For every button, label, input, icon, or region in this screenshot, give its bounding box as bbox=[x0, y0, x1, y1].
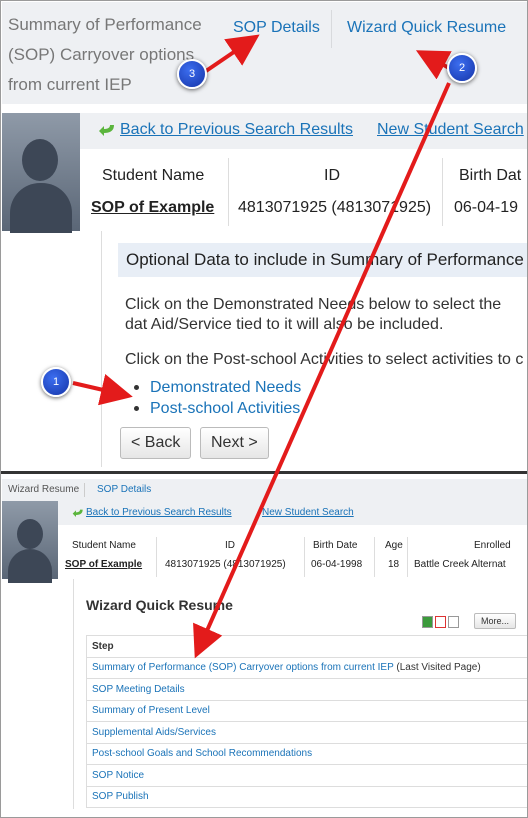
avatar-head bbox=[22, 139, 58, 181]
student-name-link[interactable]: SOP of Example bbox=[65, 559, 142, 570]
col-divider bbox=[156, 537, 157, 577]
student-info-zoomed: Back to Previous Search Results New Stud… bbox=[2, 113, 527, 233]
step-link-present-level[interactable]: Summary of Present Level bbox=[92, 705, 210, 716]
back-button[interactable]: < Back bbox=[120, 427, 192, 459]
step-link-aids-services[interactable]: Supplemental Aids/Services bbox=[92, 727, 216, 738]
steps-table: Step Summary of Performance (SOP) Carryo… bbox=[86, 635, 527, 808]
student-id: 4813071925 (4813071925) bbox=[165, 559, 286, 570]
enrolled-school: Battle Creek Alternat bbox=[414, 559, 506, 570]
new-student-search-link[interactable]: New Student Search bbox=[262, 507, 354, 518]
back-arrow-icon bbox=[99, 125, 114, 136]
excel-icon[interactable] bbox=[422, 616, 433, 628]
step-cell: Summary of Performance (SOP) Carryover o… bbox=[86, 656, 527, 679]
wqr-title: Wizard Quick Resume bbox=[86, 597, 233, 613]
next-button[interactable]: Next > bbox=[200, 427, 269, 459]
col-divider bbox=[442, 158, 443, 226]
current-page-crumb: Summary of Performance (SOP) Carryover o… bbox=[8, 15, 202, 94]
wizard-quick-resume-link[interactable]: Wizard Quick Resume bbox=[347, 19, 506, 37]
step-link-sop-carryover[interactable]: Summary of Performance (SOP) Carryover o… bbox=[92, 662, 394, 673]
wizard-resume-crumb: Wizard Resume bbox=[8, 484, 80, 495]
step-cell: SOP Meeting Details bbox=[86, 678, 527, 701]
col-divider bbox=[304, 537, 305, 577]
section-divider bbox=[1, 471, 527, 474]
back-to-results-link[interactable]: Back to Previous Search Results bbox=[86, 507, 232, 518]
step-link-post-school-goals[interactable]: Post-school Goals and School Recommendat… bbox=[92, 748, 312, 759]
avatar-head bbox=[17, 519, 43, 549]
optional-data-title: Optional Data to include in Summary of P… bbox=[118, 243, 527, 277]
step-cell: Post-school Goals and School Recommendat… bbox=[86, 742, 527, 765]
back-to-results-link[interactable]: Back to Previous Search Results bbox=[120, 121, 353, 139]
list-item: Demonstrated Needs bbox=[132, 377, 301, 398]
search-nav-strip: Back to Previous Search Results New Stud… bbox=[80, 113, 527, 149]
table-row: SOP Meeting Details bbox=[86, 678, 527, 701]
step-badge-1: 1 bbox=[41, 367, 71, 397]
id-header: ID bbox=[324, 167, 340, 184]
student-name-header: Student Name bbox=[72, 540, 136, 551]
back-arrow-icon bbox=[72, 509, 83, 517]
step-badge-2: 2 bbox=[447, 53, 477, 83]
optional-data-panel: Optional Data to include in Summary of P… bbox=[101, 231, 527, 467]
student-avatar bbox=[2, 501, 58, 583]
wizard-quick-resume-panel: Wizard Quick Resume More... Step Summary… bbox=[73, 579, 527, 809]
sop-details-link-small[interactable]: SOP Details bbox=[97, 479, 151, 501]
table-row: SOP Notice bbox=[86, 764, 527, 787]
student-avatar bbox=[2, 113, 80, 233]
top-header-bar: Summary of Performance (SOP) Carryover o… bbox=[2, 2, 527, 104]
table-header-row: Step bbox=[86, 635, 527, 658]
student-info-full: Back to Previous Search Results New Stud… bbox=[2, 501, 527, 583]
list-item: Post-school Activities bbox=[132, 398, 301, 419]
step-header: Step bbox=[86, 635, 527, 658]
enrolled-header: Enrolled bbox=[474, 540, 511, 551]
student-id: 4813071925 (4813071925) bbox=[238, 199, 432, 216]
id-header: ID bbox=[225, 540, 235, 551]
step-cell: SOP Publish bbox=[86, 785, 527, 808]
age: 18 bbox=[388, 559, 400, 570]
table-row: Supplemental Aids/Services bbox=[86, 721, 527, 744]
last-visited-label: (Last Visited Page) bbox=[396, 662, 481, 674]
birth-date-header: Birth Dat bbox=[459, 167, 522, 184]
student-name-header: Student Name bbox=[102, 167, 205, 184]
avatar-body bbox=[10, 183, 72, 233]
birth-date-header: Birth Date bbox=[313, 540, 358, 551]
avatar-body bbox=[8, 549, 52, 583]
table-row: SOP Publish bbox=[86, 785, 527, 808]
step-cell: Supplemental Aids/Services bbox=[86, 721, 527, 744]
screenshot-frame: Summary of Performance (SOP) Carryover o… bbox=[0, 0, 528, 818]
col-divider bbox=[228, 158, 229, 226]
demonstrated-needs-link[interactable]: Demonstrated Needs bbox=[150, 379, 301, 396]
pdf-icon[interactable] bbox=[435, 616, 446, 628]
birth-date: 06-04-19 bbox=[454, 199, 519, 216]
age-header: Age bbox=[385, 540, 403, 551]
table-row: Post-school Goals and School Recommendat… bbox=[86, 742, 527, 765]
student-name-link[interactable]: SOP of Example bbox=[91, 199, 214, 217]
optional-links-list: Demonstrated Needs Post-school Activitie… bbox=[132, 377, 301, 419]
export-icons bbox=[422, 615, 461, 633]
col-divider bbox=[374, 537, 375, 577]
bottom-header-bar: Wizard Resume SOP Details bbox=[2, 479, 527, 501]
new-student-search-link[interactable]: New Student Search bbox=[377, 121, 524, 139]
optional-instructions-needs: Click on the Demonstrated Needs below to… bbox=[125, 296, 502, 333]
post-school-activities-link[interactable]: Post-school Activities bbox=[150, 400, 300, 417]
table-row: Summary of Performance (SOP) Carryover o… bbox=[86, 656, 527, 679]
step-cell: SOP Notice bbox=[86, 764, 527, 787]
sop-details-link[interactable]: SOP Details bbox=[233, 19, 320, 37]
table-row: Summary of Present Level bbox=[86, 699, 527, 722]
doc-icon[interactable] bbox=[448, 616, 459, 628]
optional-instructions-activities: Click on the Post-school Activities to s… bbox=[125, 351, 524, 368]
step-link-sop-notice[interactable]: SOP Notice bbox=[92, 770, 144, 781]
header-divider bbox=[84, 483, 85, 497]
search-nav-strip: Back to Previous Search Results New Stud… bbox=[58, 501, 527, 525]
step-badge-3: 3 bbox=[177, 59, 207, 89]
step-link-meeting-details[interactable]: SOP Meeting Details bbox=[92, 684, 185, 695]
col-divider bbox=[407, 537, 408, 577]
step-cell: Summary of Present Level bbox=[86, 699, 527, 722]
step-link-sop-publish[interactable]: SOP Publish bbox=[92, 791, 149, 802]
birth-date: 06-04-1998 bbox=[311, 559, 363, 570]
header-divider bbox=[331, 10, 332, 48]
more-button[interactable]: More... bbox=[474, 613, 517, 629]
